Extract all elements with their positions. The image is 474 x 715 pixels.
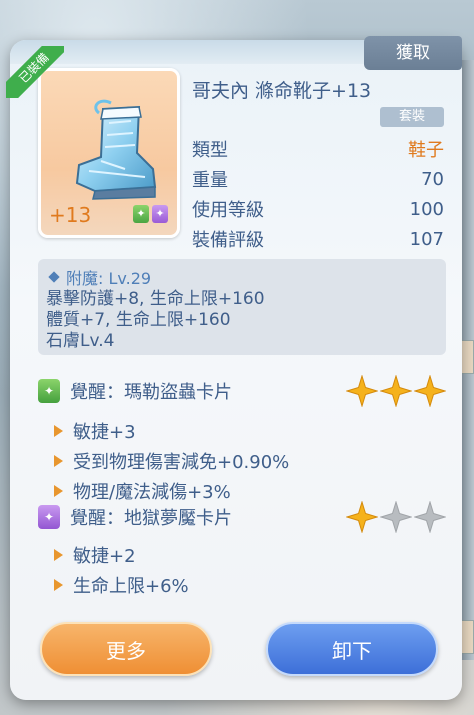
bonus-text: 敏捷+3 <box>73 422 136 443</box>
stat-value: 100 <box>409 198 444 220</box>
stat-row-rating: 裝備評級 107 <box>192 224 444 254</box>
awakening-header: ✦ 覺醒：瑪勒盜蟲卡片 <box>38 375 446 407</box>
bonus-text: 受到物理傷害減免+0.90% <box>73 452 290 473</box>
arrow-right-icon <box>54 579 63 591</box>
stat-label: 重量 <box>192 170 228 191</box>
arrow-right-icon <box>54 549 63 561</box>
stat-row-weight: 重量 70 <box>192 164 444 194</box>
crystal-boot-icon <box>75 99 157 200</box>
awakening-section-1: ✦ 覺醒：瑪勒盜蟲卡片 敏捷+3 受到物理傷害減免+0.90% 物理/魔法減傷+… <box>38 375 446 506</box>
enchant-title-text: 附魔: Lv.29 <box>66 269 152 288</box>
awakening-stars <box>346 501 446 533</box>
stat-label: 使用等級 <box>192 200 264 221</box>
enchant-title: 附魔: Lv.29 <box>46 265 438 289</box>
stat-value: 鞋子 <box>408 140 444 161</box>
more-button[interactable]: 更多 <box>40 622 212 676</box>
star-empty-icon <box>414 501 446 533</box>
stat-row-type: 類型 鞋子 <box>192 134 444 164</box>
item-name: 哥夫內 滌命靴子+13 <box>192 80 372 102</box>
enchant-section: 附魔: Lv.29 暴擊防護+8, 生命上限+160 體質+7, 生命上限+16… <box>38 259 446 355</box>
arrow-right-icon <box>54 425 63 437</box>
stat-value: 70 <box>421 168 444 190</box>
awakening-bonus: 受到物理傷害減免+0.90% <box>38 446 446 476</box>
item-stats: 類型 鞋子 重量 70 使用等級 100 裝備評級 107 <box>192 134 444 254</box>
green-card-icon: ✦ <box>38 379 60 403</box>
refine-level: +13 <box>49 203 92 227</box>
star-filled-icon <box>414 375 446 407</box>
awakening-header: ✦ 覺醒：地獄夢魘卡片 <box>38 501 446 533</box>
star-filled-icon <box>346 501 378 533</box>
star-empty-icon <box>380 501 412 533</box>
equipped-badge: 已裝備 <box>6 46 64 98</box>
awakening-bonus: 敏捷+2 <box>38 540 446 570</box>
bonus-text: 敏捷+2 <box>73 546 136 567</box>
enchant-line: 石膚Lv.4 <box>46 331 115 351</box>
card-slot-purple-icon: ✦ <box>152 205 168 223</box>
awakening-bonus: 敏捷+3 <box>38 416 446 446</box>
bonus-text: 生命上限+6% <box>73 576 189 597</box>
arrow-right-icon <box>54 455 63 467</box>
awakening-stars <box>346 375 446 407</box>
purple-card-icon: ✦ <box>38 505 60 529</box>
enchant-line: 體質+7, 生命上限+160 <box>46 310 231 330</box>
awakening-title: 覺醒：瑪勒盜蟲卡片 <box>70 382 232 403</box>
set-button[interactable]: 套裝 <box>380 107 444 127</box>
obtain-button[interactable]: 獲取 <box>364 36 462 70</box>
card-slot-green-icon: ✦ <box>133 205 149 223</box>
equipped-badge-label: 已裝備 <box>6 46 64 98</box>
stat-label: 裝備評級 <box>192 230 264 251</box>
stat-row-level: 使用等級 100 <box>192 194 444 224</box>
awakening-section-2: ✦ 覺醒：地獄夢魘卡片 敏捷+2 生命上限+6% <box>38 501 446 600</box>
bonus-text: 物理/魔法減傷+3% <box>73 482 231 503</box>
stat-value: 107 <box>409 228 444 250</box>
star-filled-icon <box>380 375 412 407</box>
awakening-title: 覺醒：地獄夢魘卡片 <box>70 508 232 529</box>
star-filled-icon <box>346 375 378 407</box>
enchant-line: 暴擊防護+8, 生命上限+160 <box>46 289 265 309</box>
arrow-right-icon <box>54 485 63 497</box>
unequip-button[interactable]: 卸下 <box>266 622 438 676</box>
stat-label: 類型 <box>192 140 228 161</box>
diamond-icon <box>48 271 60 283</box>
awakening-bonus: 生命上限+6% <box>38 570 446 600</box>
